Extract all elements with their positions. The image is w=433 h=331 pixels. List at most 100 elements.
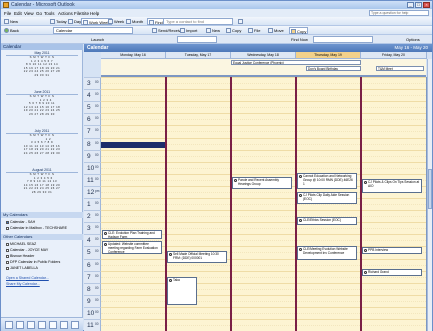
calendar-title: Calendar (87, 45, 109, 51)
new-button[interactable]: New (3, 18, 19, 25)
address-input[interactable]: Calendar (53, 27, 133, 34)
move-button[interactable]: Move (267, 27, 285, 34)
launch-label[interactable]: Launch (91, 37, 104, 42)
week-view-button[interactable]: Week (107, 18, 125, 25)
open-shared-calendar-link[interactable]: Open a Shared Calendar... (6, 276, 49, 280)
nav-pane-buttons (1, 317, 83, 331)
back-button[interactable]: Back (3, 27, 20, 34)
mini-calendar-grid[interactable]: S M T W T F S 1 2 3 4 5 6 7 8 9 10 11 12… (6, 173, 78, 205)
scrollbar-thumb[interactable] (428, 169, 432, 209)
month-view-button[interactable]: Month (125, 18, 144, 25)
copy-icon (226, 28, 231, 34)
day-header[interactable]: Monday, May 16 (101, 52, 166, 59)
find-now-button[interactable]: Find Now (291, 37, 308, 42)
calendar-item[interactable]: Calendar - SAH (6, 220, 35, 224)
recurrence-icon (299, 219, 302, 222)
search-box[interactable] (177, 36, 217, 43)
find-contact-input[interactable]: Type a contact to find (163, 18, 233, 25)
appointment[interactable]: Parole and Recent Assembly Hearings Grou… (232, 177, 292, 189)
mini-calendar-grid[interactable]: S M T W T F S 1 2 3 4 5 6 7 8 9 10 11 12… (6, 95, 78, 127)
mini-calendar-july[interactable]: July 2011 S M T W T F S 1 2 3 4 5 6 7 8 … (6, 129, 78, 167)
options-button[interactable]: Options (406, 37, 420, 42)
appointment[interactable]: Cannot Education and Networking Group @ … (297, 173, 357, 189)
day-column-monday[interactable] (101, 77, 166, 331)
calendar-item[interactable]: Calendar - JOYCE MAY (6, 248, 48, 252)
tasks-icon[interactable] (38, 321, 46, 329)
share-my-calendar-link[interactable]: Share My Calendar... (6, 282, 40, 286)
day-column-wednesday[interactable] (231, 77, 296, 331)
folder-list-icon[interactable] (60, 321, 68, 329)
day-header[interactable]: Tuesday, May 17 (166, 52, 231, 59)
import-button[interactable]: Import (179, 27, 198, 34)
checkbox-icon[interactable] (6, 254, 9, 258)
calendar-item[interactable]: DFP Calendar in Public Folders (6, 260, 60, 264)
calendar-item[interactable]: MICHAEL SEAZ (6, 242, 36, 246)
day-header[interactable]: Wednesday, May 18 (231, 52, 296, 59)
mail-icon[interactable] (5, 321, 13, 329)
appointment[interactable]: CJ Pilots & Clips On Tips Session at AIO (362, 179, 422, 193)
menu-view[interactable]: View (24, 11, 34, 16)
mini-calendar-grid[interactable]: S M T W T F S 1 2 3 4 5 6 7 8 9 10 11 12… (6, 56, 78, 88)
all-day-event[interactable]: Equal Justice Conference (Phoenix) (231, 60, 361, 65)
menu-file[interactable]: File (4, 11, 11, 16)
calendar-scrollbar[interactable] (427, 59, 432, 331)
mini-calendar-august[interactable]: August 2011 S M T W T F S 1 2 3 4 5 6 7 … (6, 168, 78, 206)
menu-help[interactable]: Help (90, 11, 99, 16)
menu-edit[interactable]: Edit (14, 11, 22, 16)
half-hour-gridline (231, 143, 295, 145)
copy-button[interactable]: Copy (225, 27, 242, 34)
close-icon[interactable]: × (423, 2, 430, 8)
hour-gridline (361, 306, 426, 308)
all-day-events[interactable]: Equal Justice Conference (Phoenix) Don's… (101, 59, 426, 77)
appointment[interactable]: Richard Grand (362, 269, 422, 276)
copy-to-button[interactable]: Copy (289, 27, 309, 35)
hour-number: 1 (87, 201, 91, 208)
minimize-icon[interactable]: _ (407, 2, 414, 8)
menu-actions[interactable]: Actions (58, 11, 73, 16)
all-day-event[interactable]: Don's Board Birthday (306, 66, 361, 71)
day-column-thursday[interactable] (296, 77, 361, 331)
menu-filesite[interactable]: FileSite (74, 11, 89, 16)
day-view-button[interactable]: Day (67, 18, 82, 25)
calendar-item[interactable]: JANET LABELLA (6, 266, 38, 270)
maximize-icon[interactable]: □ (415, 2, 422, 8)
contacts-icon[interactable] (27, 321, 35, 329)
checkbox-icon[interactable] (6, 266, 9, 270)
day-header-today[interactable]: Thursday, May 19 (296, 52, 361, 59)
calendar-icon[interactable] (16, 321, 24, 329)
appointment[interactable]: Updated: Website committee meeting regar… (102, 241, 162, 254)
appointment[interactable]: CLE: Evolution Plan Training and Hadson … (102, 230, 162, 239)
checkbox-icon[interactable] (6, 226, 9, 230)
mini-calendar-grid[interactable]: S M T W T F S 1 2 3 4 5 6 7 8 9 10 11 12… (6, 134, 78, 166)
appointment[interactable]: CLE/Ethics Session (EOC) (297, 217, 357, 225)
checkbox-icon[interactable] (6, 260, 9, 264)
calendar-item[interactable]: Bisnow Header (6, 254, 34, 258)
day-column-friday[interactable] (361, 77, 427, 331)
mini-calendar-may[interactable]: May 2011 S M T W T F S 1 2 3 4 5 6 7 8 9… (6, 51, 78, 89)
new-item-button[interactable]: New (205, 27, 221, 34)
checkbox-icon[interactable] (6, 220, 9, 224)
menu-tools[interactable]: Tools (44, 11, 55, 16)
appointment[interactable]: CLE/Meeting Evolution Website Developmen… (297, 246, 357, 260)
my-calendars-header[interactable]: My Calendars (1, 212, 83, 218)
file-button[interactable]: File (247, 27, 261, 34)
appointment[interactable]: Taka (167, 277, 197, 305)
hour-gridline (296, 161, 360, 163)
mini-calendar-june[interactable]: June 2011 S M T W T F S 1 2 3 4 5 6 7 8 … (6, 90, 78, 128)
appointment[interactable]: PPB Interview (362, 247, 422, 254)
notes-icon[interactable] (49, 321, 57, 329)
menu-go[interactable]: Go (36, 11, 42, 16)
other-calendars-header[interactable]: Other Calendars (1, 234, 83, 240)
day-header[interactable]: Friday, May 20 (361, 52, 427, 59)
appointment[interactable]: CJ Pilots Clip Daily Aide Session (EOC) (297, 192, 357, 204)
help-search-input[interactable]: Type a question for help (369, 10, 429, 16)
help-icon[interactable] (237, 18, 245, 25)
appointment[interactable]: Sell Made Official Meeting 10:30 FRM: (D… (167, 251, 227, 263)
shortcuts-icon[interactable] (71, 321, 79, 329)
checkbox-icon[interactable] (6, 248, 9, 252)
all-day-event[interactable]: T&M Meet (376, 66, 424, 71)
find-text-input[interactable] (313, 36, 373, 43)
today-button[interactable]: Today (49, 18, 68, 25)
checkbox-icon[interactable] (6, 242, 9, 246)
calendar-item[interactable]: Calendar in Mailbox - TECHSHARE (6, 226, 67, 230)
